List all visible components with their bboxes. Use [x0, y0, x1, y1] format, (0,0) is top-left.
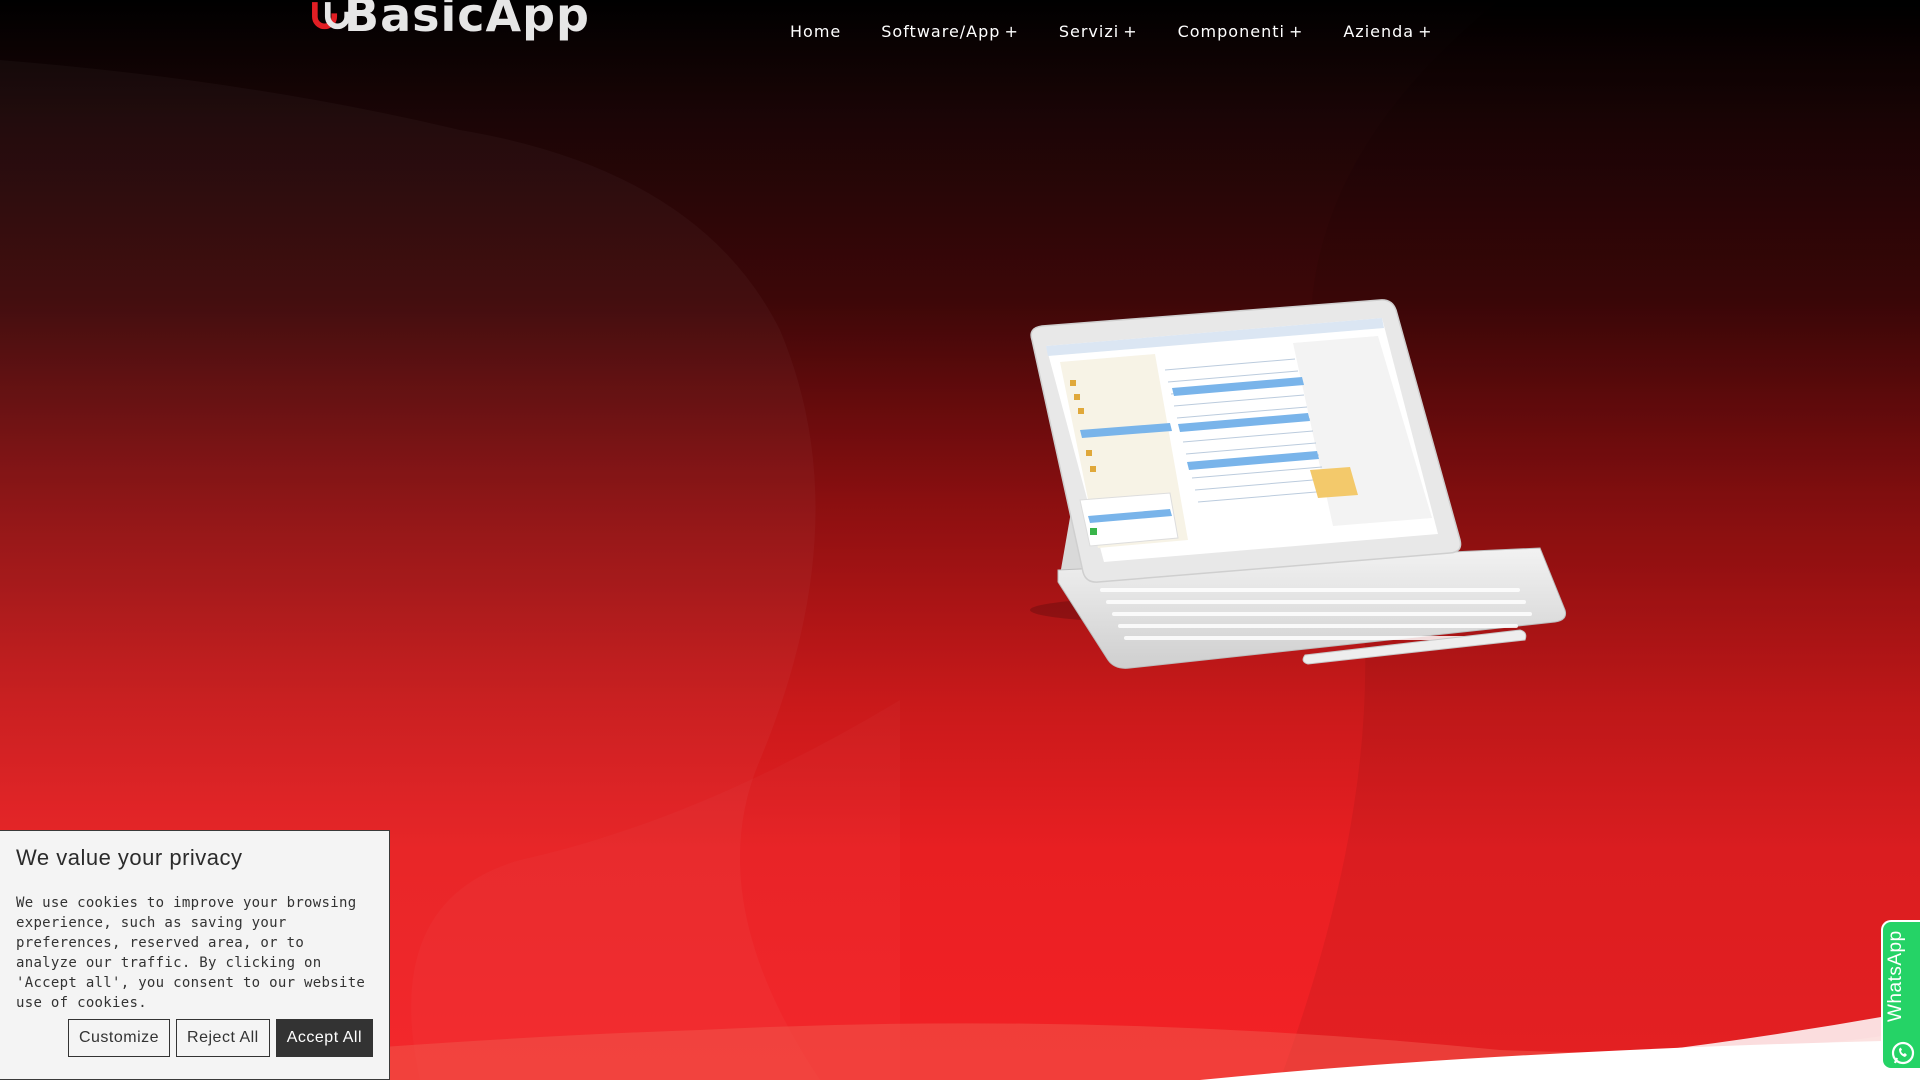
brand-name: BasicApp: [344, 0, 590, 42]
main-nav: Home Software/App + Servizi + Componenti + …: [770, 22, 1452, 41]
accept-all-button[interactable]: Accept All: [275, 1019, 373, 1057]
expand-plus-icon: +: [1288, 22, 1304, 41]
site-header: BasicApp Home Software/App + Servizi + Com…: [0, 0, 1920, 80]
tablet-with-keyboard-app-screenshot: [1030, 299, 1566, 669]
cookie-text: We use cookies to improve your browsing …: [16, 895, 366, 1011]
reject-all-button[interactable]: Reject All: [176, 1019, 270, 1057]
whatsapp-icon: [1891, 1041, 1915, 1065]
cookie-title: We value your privacy: [16, 845, 243, 870]
nav-componenti-label: Componenti: [1177, 22, 1285, 41]
cookie-consent-banner: We value your privacy We use cookies to …: [0, 830, 390, 1080]
whatsapp-label: WhatsApp: [1885, 930, 1906, 1022]
cookie-actions: Customize Reject All Accept All: [67, 1019, 373, 1057]
nav-azienda[interactable]: Azienda +: [1323, 22, 1452, 41]
nav-servizi-label: Servizi: [1058, 22, 1120, 41]
nav-software-app-label: Software/App: [881, 22, 1001, 41]
expand-plus-icon: +: [1418, 22, 1433, 41]
brand-logo[interactable]: BasicApp: [310, 0, 590, 40]
nav-azienda-label: Azienda: [1343, 22, 1415, 41]
nav-software-app[interactable]: Software/App +: [861, 22, 1039, 41]
customize-button[interactable]: Customize: [67, 1019, 171, 1057]
nav-home-label: Home: [790, 22, 842, 41]
whatsapp-button[interactable]: WhatsApp: [1881, 920, 1920, 1070]
nav-home[interactable]: Home: [770, 22, 861, 41]
expand-plus-icon: +: [1004, 22, 1019, 41]
nav-componenti[interactable]: Componenti +: [1158, 22, 1324, 41]
expand-plus-icon: +: [1123, 22, 1138, 41]
nav-servizi[interactable]: Servizi +: [1039, 22, 1158, 41]
